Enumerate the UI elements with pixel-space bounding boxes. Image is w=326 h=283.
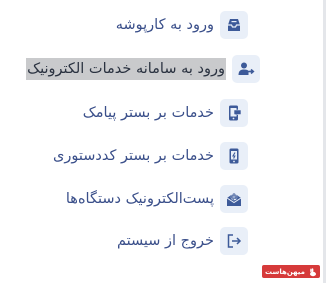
mobile-ussd-icon <box>220 142 248 170</box>
menu-item-label: ورود به کارپوشه <box>115 17 214 33</box>
menu-item-cartable[interactable]: ورود به کارپوشه <box>116 8 248 42</box>
menu-item-device-emails[interactable]: پست‌الکترونیک دستگاه‌ها <box>66 182 248 216</box>
menu-item-label: ورود به سامانه خدمات الکترونیک <box>26 58 226 80</box>
menu-item-sms-services[interactable]: خدمات بر بستر پیامک <box>83 96 248 130</box>
menu-item-label: پست‌الکترونیک دستگاه‌ها <box>65 191 214 207</box>
rabbit-logo-icon <box>308 262 317 281</box>
menu-item-label: خروج از سیستم <box>116 233 214 249</box>
logout-icon <box>220 227 248 255</box>
inbox-tray-icon <box>220 11 248 39</box>
menu-item-logout[interactable]: خروج از سیستم <box>117 224 248 258</box>
email-at-icon <box>220 185 248 213</box>
mobile-sms-icon <box>220 99 248 127</box>
menu-item-e-services-login[interactable]: ورود به سامانه خدمات الکترونیک <box>26 52 260 86</box>
services-menu: ورود به کارپوشه ورود به سامانه خدمات الک… <box>0 0 326 283</box>
user-login-icon <box>232 55 260 83</box>
menu-item-ussd-services[interactable]: خدمات بر بستر کددستوری <box>53 139 248 173</box>
host-badge[interactable]: میهن‌هاست <box>262 265 320 278</box>
host-badge-text: میهن‌هاست <box>265 267 305 276</box>
menu-item-label: خدمات بر بستر پیامک <box>82 105 214 121</box>
menu-item-label: خدمات بر بستر کددستوری <box>53 148 214 164</box>
